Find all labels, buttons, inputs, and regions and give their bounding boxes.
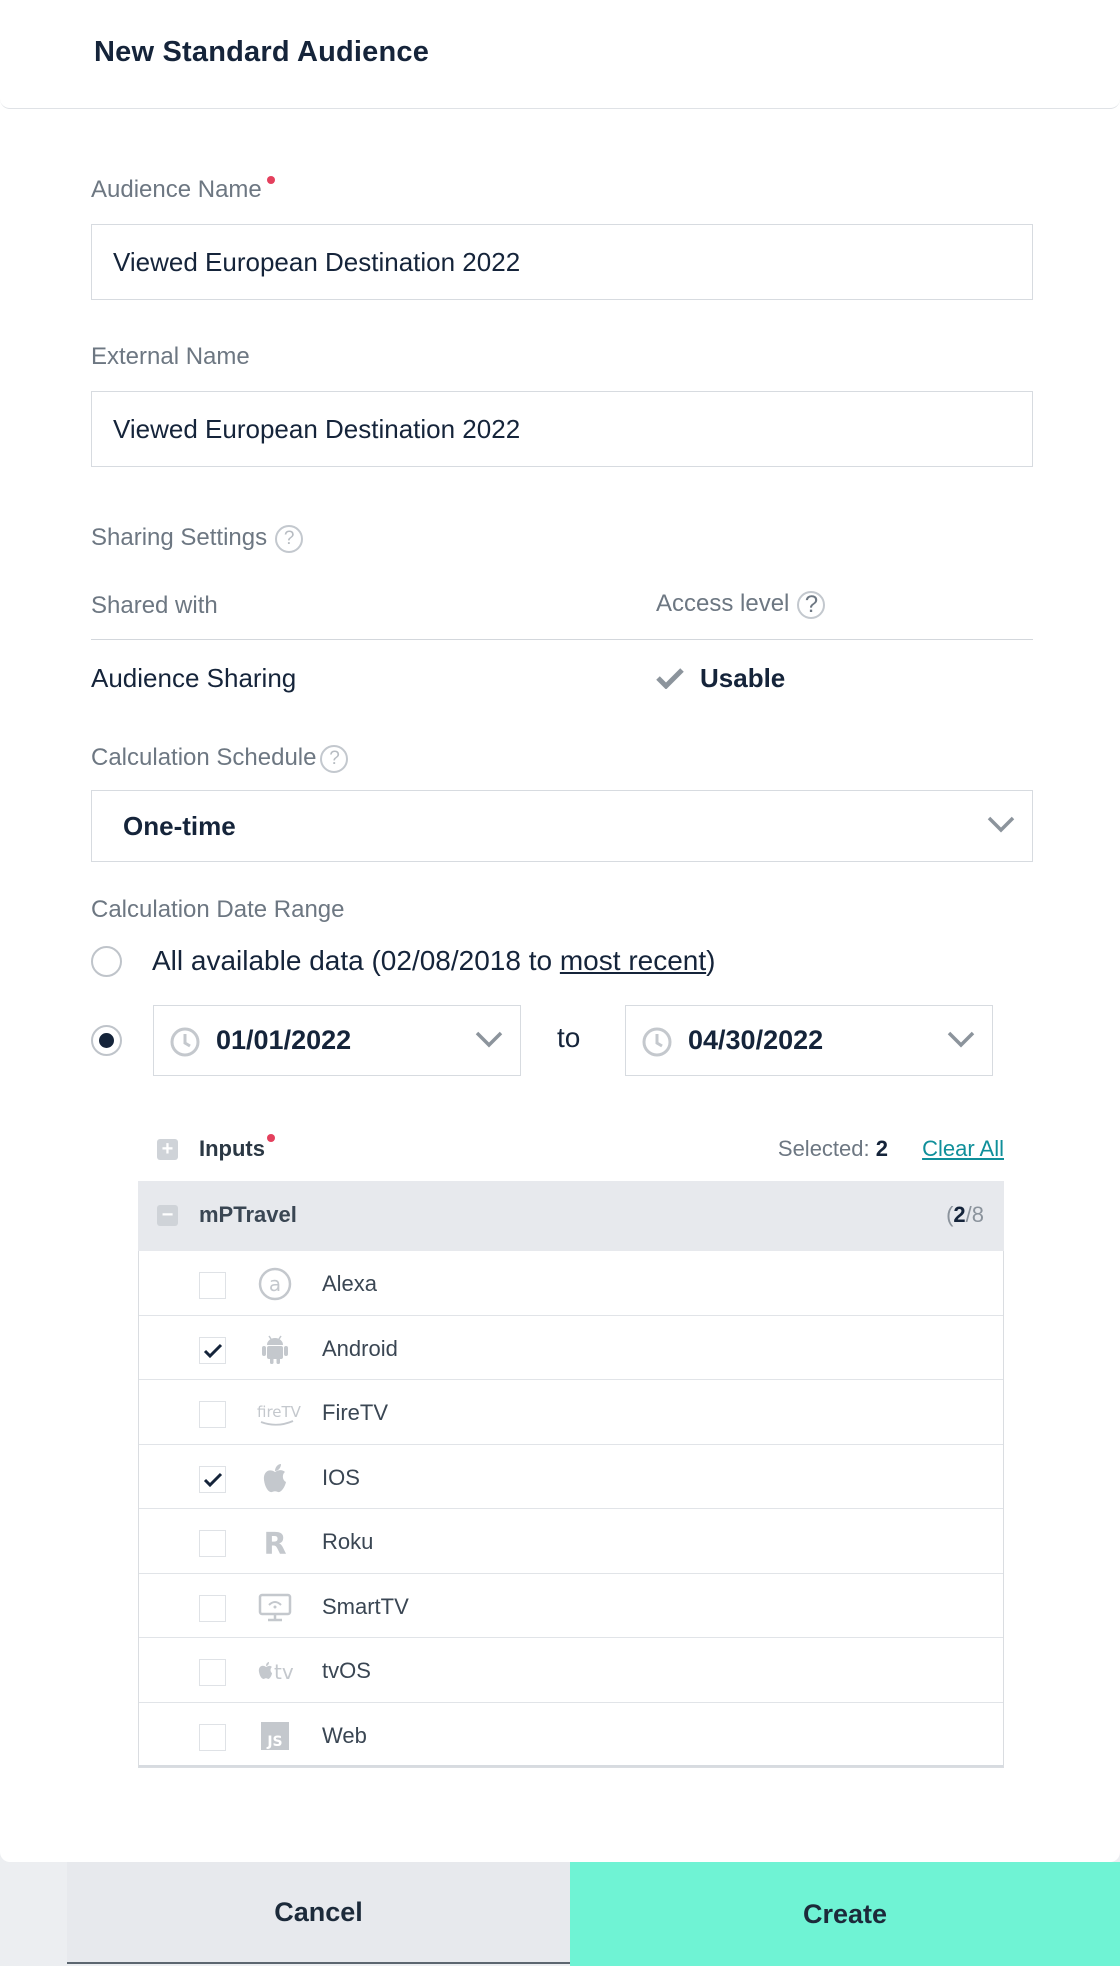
dialog-footer: Cancel Create bbox=[0, 1862, 1120, 1966]
android-icon bbox=[257, 1331, 293, 1367]
alexa-icon: a bbox=[257, 1266, 293, 1302]
start-date-select[interactable]: 01/01/2022 bbox=[153, 1005, 521, 1076]
clear-all-link[interactable]: Clear All bbox=[922, 1136, 1004, 1162]
external-name-label: External Name bbox=[91, 343, 250, 370]
audience-name-input[interactable] bbox=[91, 224, 1033, 300]
platform-name: tvOS bbox=[322, 1658, 371, 1683]
end-date-select[interactable]: 04/30/2022 bbox=[625, 1005, 993, 1076]
svg-text:JS: JS bbox=[266, 1734, 282, 1750]
inputs-title: Inputs bbox=[199, 1134, 275, 1162]
external-name-input[interactable] bbox=[91, 391, 1033, 467]
expand-plus-icon[interactable]: + bbox=[157, 1139, 178, 1160]
selected-count: Selected: 2 bbox=[777, 1136, 888, 1161]
dialog-title: New Standard Audience bbox=[94, 36, 430, 68]
list-item[interactable]: Android bbox=[139, 1316, 1003, 1380]
calculation-date-range-label: Calculation Date Range bbox=[91, 896, 345, 923]
end-date-value: 04/30/2022 bbox=[688, 1025, 824, 1055]
platform-checkbox[interactable] bbox=[199, 1723, 226, 1751]
chevron-down-icon bbox=[987, 816, 1015, 833]
list-item[interactable]: fireTV FireTV bbox=[139, 1380, 1003, 1445]
shared-with-value: Audience Sharing bbox=[91, 663, 297, 693]
platform-name: IOS bbox=[322, 1464, 360, 1490]
calculation-schedule-select[interactable]: One-time bbox=[91, 790, 1033, 862]
group-count: (2/8 bbox=[946, 1202, 984, 1227]
chevron-down-icon bbox=[475, 1031, 503, 1048]
chevron-down-icon bbox=[947, 1031, 975, 1048]
group-name: mPTravel bbox=[199, 1202, 297, 1227]
help-icon[interactable]: ? bbox=[797, 590, 826, 619]
platform-checkbox[interactable] bbox=[199, 1594, 226, 1622]
custom-range-radio[interactable] bbox=[91, 1025, 122, 1056]
access-level-column-header: Access level? bbox=[656, 590, 826, 619]
platform-name: Android bbox=[322, 1335, 398, 1361]
required-indicator bbox=[266, 176, 275, 184]
help-icon[interactable]: ? bbox=[275, 524, 304, 553]
to-label: to bbox=[557, 1022, 581, 1053]
smarttv-icon bbox=[257, 1589, 293, 1625]
radio-selected-dot bbox=[99, 1033, 114, 1048]
svg-text:tv: tv bbox=[274, 1660, 294, 1684]
inputs-header: + Inputs Selected: 2 Clear All bbox=[138, 1130, 1004, 1170]
platform-list: a Alexa Android fireTV FireTV IOS R Roku… bbox=[138, 1251, 1004, 1768]
platform-name: Alexa bbox=[322, 1271, 378, 1296]
help-icon[interactable]: ? bbox=[320, 744, 349, 773]
clock-icon bbox=[170, 1027, 200, 1057]
platform-name: Web bbox=[322, 1722, 367, 1748]
platform-checkbox[interactable] bbox=[199, 1659, 226, 1686]
collapse-minus-icon[interactable]: − bbox=[157, 1205, 178, 1226]
group-header-mptravel[interactable]: − mPTravel (2/8 bbox=[138, 1181, 1004, 1251]
svg-text:R: R bbox=[263, 1527, 286, 1560]
apple-icon bbox=[257, 1460, 293, 1496]
shared-with-column-header: Shared with bbox=[91, 592, 218, 619]
platform-checkbox[interactable] bbox=[199, 1272, 226, 1299]
checkmark-icon bbox=[656, 668, 684, 690]
platform-checkbox[interactable] bbox=[199, 1401, 226, 1428]
list-item[interactable]: SmartTV bbox=[139, 1574, 1003, 1638]
create-button[interactable]: Create bbox=[570, 1862, 1120, 1966]
platform-name: Roku bbox=[322, 1529, 374, 1554]
platform-name: FireTV bbox=[322, 1400, 388, 1425]
all-data-radio[interactable] bbox=[91, 946, 122, 977]
audience-name-label: Audience Name bbox=[91, 176, 275, 204]
javascript-icon: JS bbox=[257, 1718, 293, 1754]
sharing-settings-label: Sharing Settings? bbox=[91, 524, 304, 553]
svg-text:fireTV: fireTV bbox=[257, 1403, 301, 1421]
checkmark-icon bbox=[203, 1343, 223, 1358]
required-indicator bbox=[267, 1134, 275, 1142]
svg-text:a: a bbox=[269, 1272, 281, 1296]
dialog-header: New Standard Audience bbox=[0, 0, 1120, 109]
sharing-table-header: Shared with Access level? bbox=[91, 590, 1033, 640]
list-item[interactable]: JS Web bbox=[139, 1703, 1003, 1767]
calculation-schedule-label: Calculation Schedule? bbox=[91, 744, 349, 773]
list-item[interactable]: a Alexa bbox=[139, 1251, 1003, 1316]
access-level-value: Usable bbox=[656, 663, 785, 694]
start-date-value: 01/01/2022 bbox=[216, 1025, 352, 1055]
list-item[interactable]: tv tvOS bbox=[139, 1638, 1003, 1703]
sharing-row: Audience Sharing Usable bbox=[91, 660, 1033, 700]
clock-icon bbox=[642, 1027, 672, 1057]
dialog-panel: New Standard Audience Audience Name Exte… bbox=[0, 0, 1120, 1862]
firetv-icon: fireTV bbox=[257, 1395, 302, 1431]
platform-checkbox[interactable] bbox=[199, 1336, 226, 1364]
roku-icon: R bbox=[257, 1524, 293, 1562]
all-data-radio-label: All available data (02/08/2018 to most r… bbox=[152, 945, 716, 976]
most-recent-link[interactable]: most recent bbox=[560, 945, 706, 976]
platform-checkbox[interactable] bbox=[199, 1465, 226, 1493]
list-item[interactable]: IOS bbox=[139, 1445, 1003, 1509]
platform-checkbox[interactable] bbox=[199, 1530, 226, 1557]
platform-name: SmartTV bbox=[322, 1593, 409, 1619]
appletv-icon: tv bbox=[257, 1653, 294, 1689]
calculation-schedule-value: One-time bbox=[123, 811, 236, 841]
checkmark-icon bbox=[203, 1472, 223, 1487]
cancel-button[interactable]: Cancel bbox=[67, 1862, 570, 1964]
list-item[interactable]: R Roku bbox=[139, 1509, 1003, 1574]
